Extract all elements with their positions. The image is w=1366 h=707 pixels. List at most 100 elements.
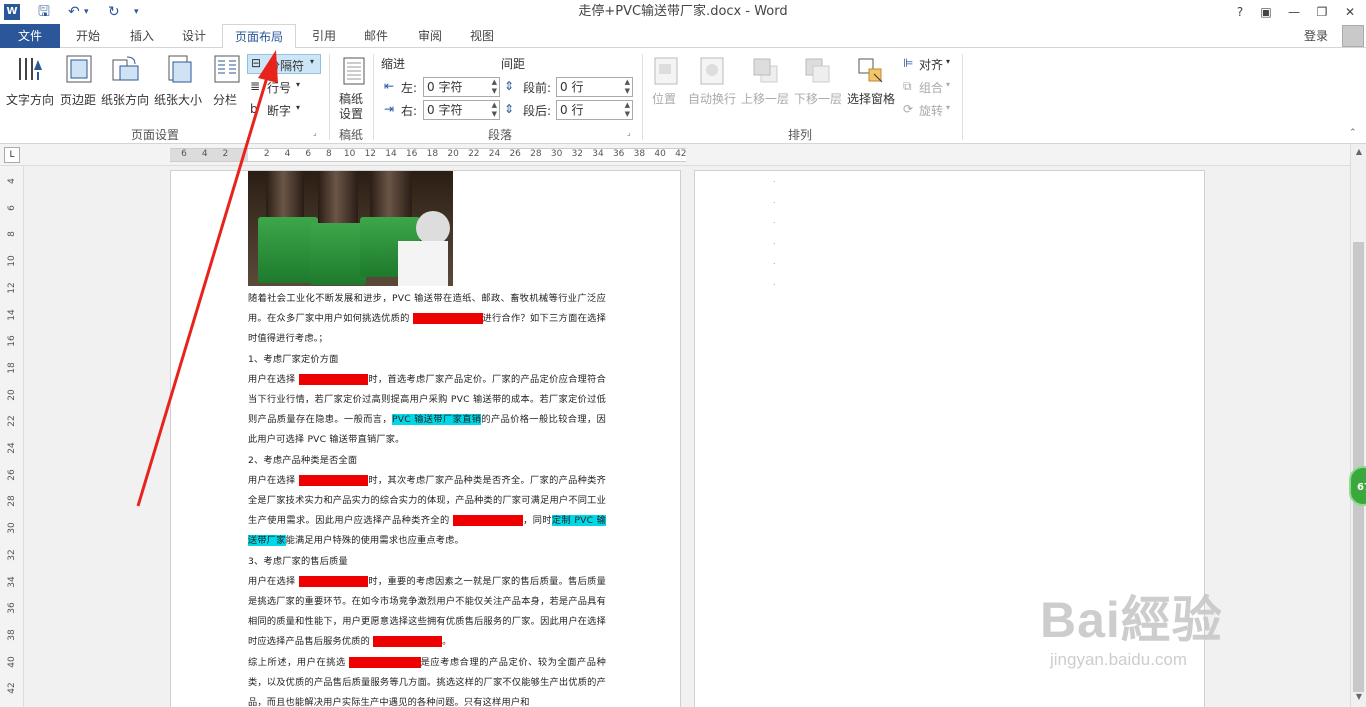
spinner-arrows-icon[interactable]: ▲ ▼: [625, 101, 630, 119]
tab-references[interactable]: 引用: [298, 24, 350, 48]
spacing-before-value: 0 行: [560, 80, 584, 94]
vruler-tick: 10: [7, 255, 17, 267]
tab-home[interactable]: 开始: [62, 24, 114, 48]
indent-right-icon: ⇥: [384, 102, 395, 116]
dialog-launcher-icon[interactable]: ⌟: [313, 128, 317, 137]
group-objects-icon: ⧉: [903, 79, 912, 93]
paper-size-button[interactable]: 纸张大小: [154, 91, 202, 108]
spacing-heading: 间距: [501, 57, 526, 71]
text-run: ，同时: [523, 515, 552, 527]
collapse-ribbon-icon[interactable]: ⌃: [1349, 128, 1357, 138]
divider: [642, 54, 643, 140]
minimize-button[interactable]: —: [1280, 0, 1308, 24]
spacing-before-input[interactable]: 0 行 ▲ ▼: [556, 77, 633, 97]
position-button[interactable]: 位置: [652, 90, 676, 107]
selection-pane-button[interactable]: 选择窗格: [847, 90, 895, 107]
floating-badge[interactable]: 67: [1349, 466, 1366, 506]
tab-file[interactable]: 文件: [0, 24, 60, 48]
columns-button[interactable]: 分栏: [213, 91, 237, 108]
document-body-text[interactable]: 随着社会工业化不断发展和进步，PVC 输送带在造纸、邮政、畜牧机械等行业广泛应用…: [248, 289, 606, 707]
send-backward-icon: [805, 58, 830, 83]
vruler-tick: 34: [7, 575, 17, 588]
paragraph-mark: .: [773, 195, 776, 205]
tab-selector[interactable]: L: [4, 147, 20, 163]
position-icon: [654, 57, 678, 85]
tab-design[interactable]: 设计: [168, 24, 220, 48]
send-backward-button[interactable]: 下移一层: [794, 90, 842, 107]
ruler-tick: 34: [592, 149, 604, 159]
undo-icon[interactable]: ↶: [68, 2, 80, 22]
restore-button[interactable]: ❐: [1308, 0, 1336, 24]
text-run: 3、考虑厂家的售后质量: [248, 555, 348, 567]
tab-review[interactable]: 审阅: [404, 24, 456, 48]
tab-mailings[interactable]: 邮件: [350, 24, 402, 48]
ribbon-display-options-icon[interactable]: ▣: [1252, 0, 1280, 24]
tab-view[interactable]: 视图: [456, 24, 508, 48]
breaks-button[interactable]: ⊟ 分隔符 ▾: [247, 54, 321, 74]
ruler-tick: 18: [426, 149, 439, 159]
paragraph-mark: .: [773, 277, 776, 287]
group-page-setup: 页面设置: [130, 128, 179, 142]
draft-paper-icon: [343, 57, 365, 85]
redo-icon[interactable]: ↻: [108, 2, 120, 22]
save-icon[interactable]: 🖫: [38, 2, 50, 22]
vertical-scrollbar[interactable]: ▲ ▼: [1350, 144, 1366, 707]
sign-in-link[interactable]: 登录: [1304, 24, 1338, 48]
title-bar: W 🖫 ↶ ▾ ↻ ▾ 走停+PVC输送带厂家.docx - Word ? ▣ …: [0, 0, 1366, 24]
scroll-down-icon[interactable]: ▼: [1351, 692, 1366, 706]
group-objects-button[interactable]: 组合: [919, 79, 943, 96]
group-paragraph: 段落: [487, 128, 512, 142]
spinner-arrows-icon[interactable]: ▲ ▼: [625, 78, 630, 96]
body-paragraph: 综上所述，用户在挑选 PVC 输送带厂家是应考虑合理的产品定价、较为全面产品种类…: [248, 653, 606, 707]
document-workspace[interactable]: 4 6 8 10 12 14 16 18 20 22 24 26 28 30 32 34 36 38 40 42 随着…: [0, 166, 1350, 707]
indent-right-input[interactable]: 0 字符 ▲ ▼: [423, 100, 500, 120]
indent-left-value: 0 字符: [427, 80, 463, 94]
chevron-down-icon: ▾: [946, 103, 951, 112]
rotate-button[interactable]: 旋转: [919, 102, 943, 119]
breaks-icon: ⊟: [251, 56, 262, 70]
vruler-tick: 4: [7, 178, 17, 184]
indent-left-input[interactable]: 0 字符 ▲ ▼: [423, 77, 500, 97]
wrap-text-button[interactable]: 自动换行: [688, 90, 736, 107]
spinner-arrows-icon[interactable]: ▲ ▼: [492, 101, 497, 119]
ruler-tick: 24: [488, 149, 501, 159]
highlight-red: PVC 输送带厂家: [412, 313, 483, 325]
conveyor-belt-photo[interactable]: [248, 171, 453, 286]
ruler-tick: 26: [509, 149, 521, 159]
undo-dropdown-icon[interactable]: ▾: [84, 2, 89, 22]
customize-quick-access-icon[interactable]: ▾: [134, 2, 139, 22]
avatar[interactable]: [1342, 25, 1364, 47]
line-numbers-button[interactable]: 行号: [267, 79, 291, 96]
ruler-tick: 38: [633, 149, 646, 159]
ruler-tick: 22: [468, 149, 480, 159]
vruler-tick: 6: [7, 204, 17, 211]
spinner-arrows-icon[interactable]: ▲ ▼: [492, 78, 497, 96]
indent-right-value: 0 字符: [427, 103, 463, 117]
orientation-button[interactable]: 纸张方向: [101, 91, 149, 108]
spacing-after-icon: ⇕: [504, 102, 515, 116]
vruler-tick: 14: [7, 308, 17, 321]
paragraph-mark: .: [773, 175, 776, 184]
scroll-up-icon[interactable]: ▲: [1351, 147, 1366, 161]
margins-button[interactable]: 页边距: [60, 91, 96, 108]
highlight-red: PVC 输送带厂家: [349, 656, 421, 668]
text-run: 能满足用户特殊的使用需求也应重点考虑。: [285, 535, 464, 547]
hyphenation-button[interactable]: 断字: [267, 102, 291, 119]
ruler-tick: 6: [181, 149, 187, 159]
spacing-after-input[interactable]: 0 行 ▲ ▼: [556, 100, 633, 120]
align-button[interactable]: 对齐: [919, 56, 943, 73]
close-button[interactable]: ✕: [1336, 0, 1364, 24]
tab-page-layout[interactable]: 页面布局: [222, 24, 296, 49]
bring-forward-button[interactable]: 上移一层: [741, 90, 789, 107]
vruler-tick: 36: [7, 602, 17, 614]
ruler-tick: 10: [343, 149, 356, 159]
horizontal-ruler: L 6 4 2 2 4 6 8 10 12 14 16 18 20 22 24 26 28 30 32 34 36 38 4…: [0, 144, 1366, 166]
orientation-icon: [112, 56, 139, 81]
dialog-launcher-icon[interactable]: ⌟: [627, 128, 631, 137]
help-button[interactable]: ?: [1226, 0, 1254, 24]
document-page-2[interactable]: ......: [694, 170, 1205, 707]
ruler-tick: 2: [222, 149, 229, 159]
text-direction-button[interactable]: 文字方向: [6, 91, 54, 108]
document-page-1[interactable]: 随着社会工业化不断发展和进步，PVC 输送带在造纸、邮政、畜牧机械等行业广泛应用…: [170, 170, 681, 707]
tab-insert[interactable]: 插入: [116, 24, 168, 48]
